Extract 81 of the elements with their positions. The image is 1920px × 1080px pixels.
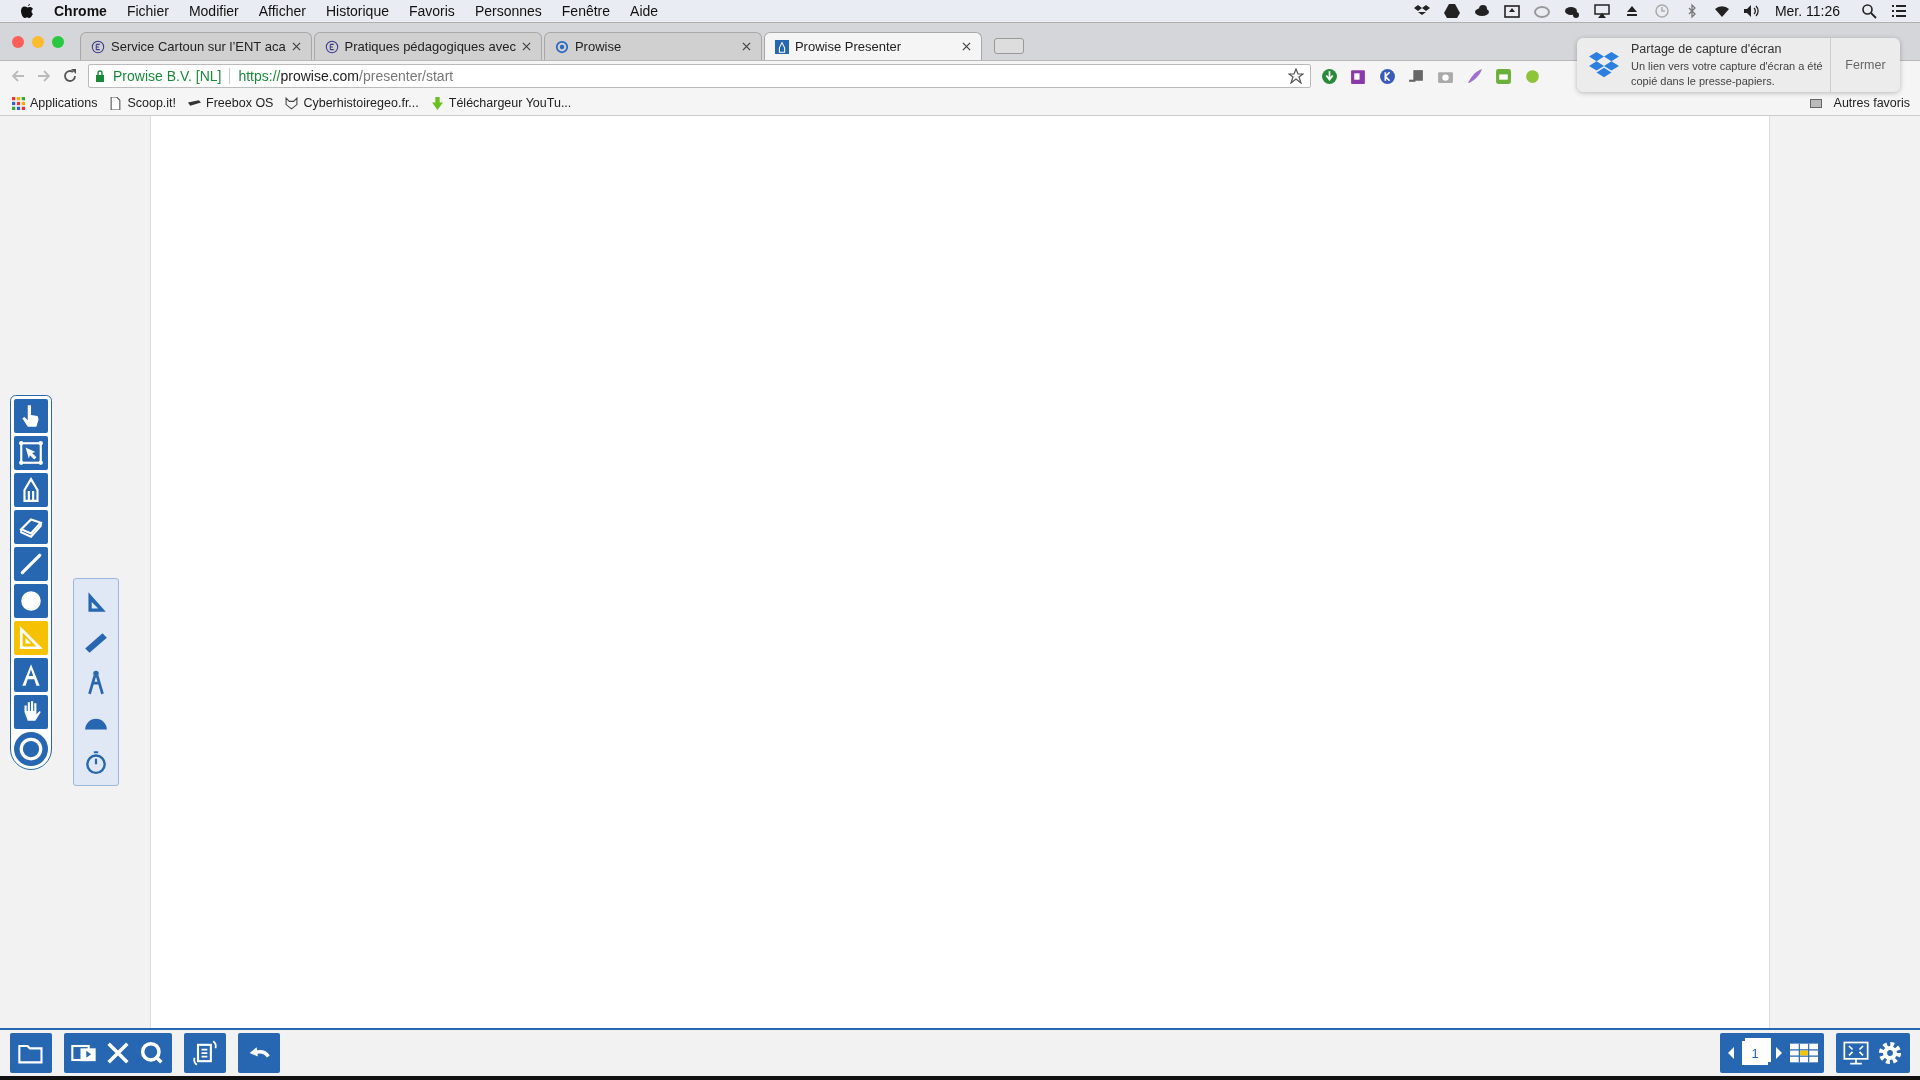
tab-title: Prowise [574, 39, 623, 54]
search-icon[interactable] [1860, 3, 1878, 19]
printer-icon[interactable] [1495, 67, 1512, 85]
ring-icon [18, 735, 44, 762]
app-menu[interactable]: Chrome [54, 3, 107, 19]
tool-button[interactable] [14, 435, 48, 470]
bookmark-link[interactable]: Autres favoris [1833, 96, 1910, 110]
browser-tab[interactable]: Prowise Presenter [763, 32, 982, 60]
notebook-extension-icon[interactable] [1350, 67, 1367, 85]
browser-tab[interactable]: Service Cartoun sur l’ENT aca [80, 32, 312, 60]
tool-button[interactable] [14, 731, 48, 766]
feather-icon[interactable] [1466, 67, 1483, 85]
dot-extension-icon[interactable] [1524, 67, 1541, 85]
browser-tab[interactable]: Pratiques pédagogiques avec [313, 32, 542, 60]
apple-icon[interactable] [20, 3, 34, 19]
list-icon[interactable] [1890, 3, 1908, 19]
bookmark-link[interactable]: Freebox OS [206, 96, 274, 110]
star-icon[interactable] [1288, 68, 1304, 84]
page-rotate-icon [191, 1039, 219, 1067]
favicon-icon [91, 39, 105, 54]
close-icon[interactable] [521, 42, 531, 51]
drive-icon[interactable] [1442, 3, 1461, 19]
share-extension-icon[interactable] [1408, 67, 1425, 85]
favicon-icon [324, 39, 339, 54]
tool-button[interactable] [14, 694, 48, 729]
wifi-icon[interactable] [1712, 3, 1731, 19]
menu-item[interactable]: Modifier [188, 3, 239, 19]
tray-icon[interactable] [1502, 3, 1521, 19]
close-icon[interactable] [291, 42, 301, 51]
k-extension-icon[interactable] [1379, 67, 1396, 85]
close-button[interactable]: Fermer [1830, 38, 1900, 92]
tab-title: Prowise Presenter [794, 39, 903, 54]
undo-button[interactable] [238, 1033, 280, 1073]
cloud-icon[interactable] [1472, 3, 1491, 19]
tab-title: Pratiques pédagogiques avec [344, 39, 516, 54]
menu-item[interactable]: Personnes [474, 3, 542, 19]
clock-text[interactable]: Mer. 11:26 [1774, 3, 1840, 19]
tool-button[interactable] [14, 657, 48, 692]
next-page-button[interactable] [1774, 1045, 1784, 1061]
tab-title: Service Cartoun sur l’ENT aca [111, 39, 286, 54]
download-extension-icon[interactable] [1321, 67, 1338, 85]
tool-button[interactable] [14, 509, 48, 544]
page-icon [109, 96, 123, 110]
bookmark-link[interactable]: Téléchargeur YouTu... [448, 96, 572, 110]
airplay-icon[interactable] [1592, 3, 1611, 19]
close-icon[interactable] [961, 42, 971, 51]
browser-tab[interactable]: Prowise [543, 32, 762, 60]
page-rotate-button[interactable] [184, 1033, 226, 1073]
dropbox-icon [1589, 51, 1619, 79]
previous-page-button[interactable] [1726, 1045, 1736, 1061]
download-arrow-icon [430, 96, 444, 110]
volume-icon[interactable] [1742, 3, 1761, 19]
tool-button[interactable] [14, 546, 48, 581]
favicon-icon [554, 39, 569, 54]
folder-icon [1809, 98, 1822, 108]
open-folder-button[interactable] [10, 1033, 52, 1073]
settings-icon[interactable] [1876, 1039, 1904, 1067]
lock-icon [95, 70, 105, 82]
fullscreen-button[interactable] [1842, 1039, 1870, 1067]
security-label: Prowise B.V. [NL] [113, 68, 231, 84]
address-field[interactable]: Prowise B.V. [NL] https://prowise.com/presenter/start [88, 64, 1311, 88]
bookmark-link[interactable]: Cyberhistoiregeo.fr... [303, 96, 419, 110]
tool-button[interactable] [14, 398, 48, 433]
tool-button[interactable] [14, 583, 48, 618]
tool-button[interactable] [14, 472, 48, 507]
url-text: https://prowise.com/presenter/start [238, 68, 454, 84]
menu-item[interactable]: Favoris [408, 3, 455, 19]
close-icon[interactable] [741, 42, 751, 51]
menu-item[interactable]: Aide [630, 3, 659, 19]
apps-grid-icon [12, 96, 25, 110]
menu-item[interactable]: Afficher [258, 3, 306, 19]
favicon-icon [774, 39, 789, 54]
bookmark-link[interactable]: Scoop.it! [127, 96, 177, 110]
notification-message: Un lien vers votre capture d'écran a été copié dans le presse-papiers. [1631, 59, 1824, 88]
menu-item[interactable]: Fichier [126, 3, 169, 19]
notification-title: Partage de capture d'écran [1631, 42, 1783, 57]
menu-item[interactable]: Fenêtre [561, 3, 611, 19]
bookmark-link[interactable]: Applications [30, 96, 98, 110]
cat-icon [285, 96, 299, 110]
menu-item[interactable]: Historique [325, 3, 389, 19]
reload-icon[interactable] [62, 68, 78, 84]
